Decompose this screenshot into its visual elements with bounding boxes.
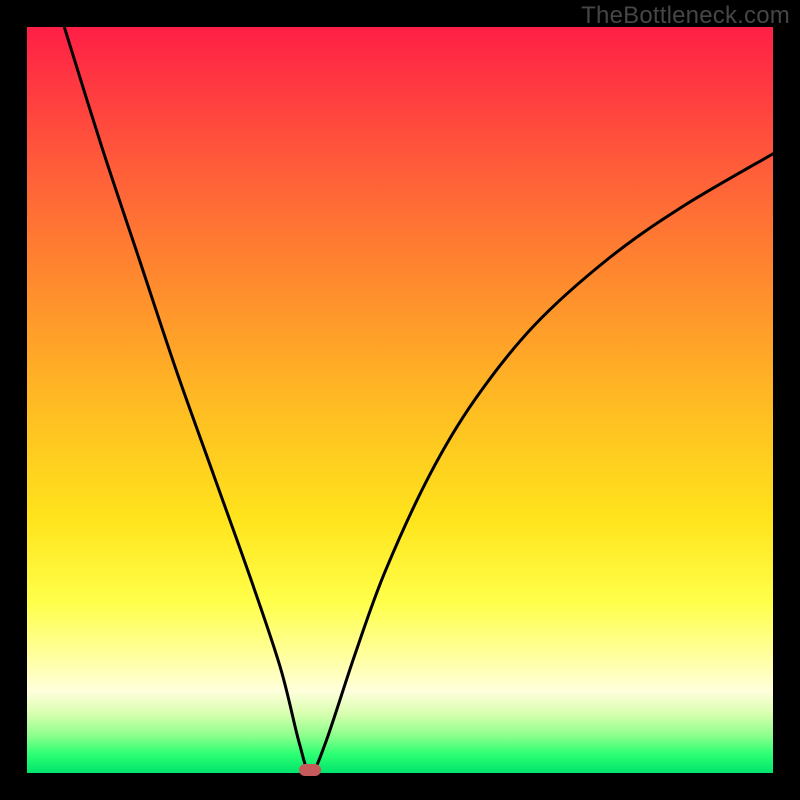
minimum-marker (299, 764, 321, 776)
curve-svg (27, 27, 773, 773)
watermark-text: TheBottleneck.com (581, 2, 790, 30)
chart-frame: TheBottleneck.com (0, 0, 800, 800)
bottleneck-curve-path (64, 27, 773, 773)
plot-area (27, 27, 773, 773)
